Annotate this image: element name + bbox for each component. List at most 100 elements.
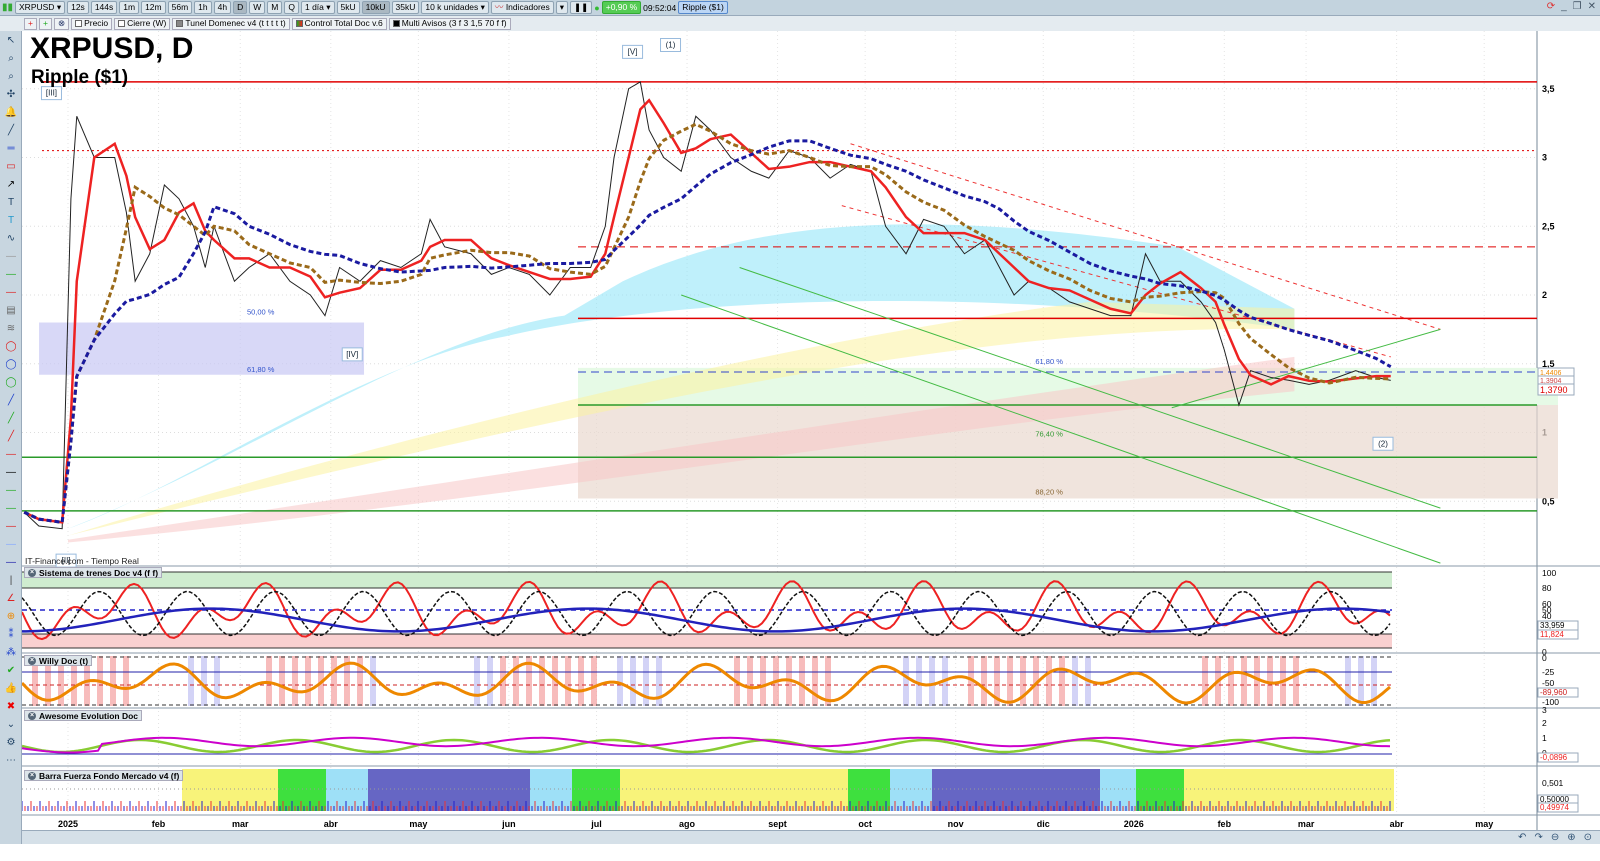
study-chip[interactable]: Control Total Doc v.6	[291, 17, 387, 30]
add-study-button[interactable]: +	[24, 17, 37, 30]
study-chip[interactable]: Multi Avisos (3 f 3 1,5 70 f f)	[388, 17, 511, 30]
panel-title-willy[interactable]: × Willy Doc (t)	[24, 655, 93, 666]
fib-tool-icon[interactable]: ≋	[0, 319, 22, 337]
line-green-tool-icon[interactable]: —	[0, 265, 22, 283]
elliott-tool-icon[interactable]: ⁑	[0, 625, 22, 643]
close-icon[interactable]: ✕	[1588, 1, 1596, 12]
strength-bar	[1220, 769, 1226, 811]
fit-icon[interactable]: ⊙	[1584, 832, 1592, 843]
symbol-select[interactable]: XRPUSD ▾	[15, 1, 66, 14]
redo-icon[interactable]: ↷	[1534, 832, 1542, 843]
line-tool-icon[interactable]: ╱	[0, 121, 22, 139]
period-button-1m[interactable]: 1m	[119, 1, 140, 14]
more-tool-icon[interactable]: ⌄	[0, 715, 22, 733]
price-chart[interactable]: 43,532,521,510,52025febmarabrmayjunjulag…	[22, 31, 1600, 830]
hl6-tool-icon[interactable]: —	[0, 535, 22, 553]
check-tool-icon[interactable]: ✔	[0, 661, 22, 679]
line-green2-tool-icon[interactable]: ╱	[0, 409, 22, 427]
line-blue-tool-icon[interactable]: ╱	[0, 391, 22, 409]
zoom-out-icon[interactable]: ⊖	[1551, 832, 1559, 843]
strength-bar	[344, 769, 350, 811]
indicators-button[interactable]: 〰 Indicadores	[490, 1, 554, 14]
hline-tool-icon[interactable]: ═	[0, 139, 22, 157]
path-tool-icon[interactable]: ∿	[0, 229, 22, 247]
strength-bar	[1166, 769, 1172, 811]
rect-tool-icon[interactable]: ▭	[0, 157, 22, 175]
close-panel-icon[interactable]: ×	[28, 711, 36, 720]
strength-bar	[380, 769, 386, 811]
instrument-badge[interactable]: Ripple ($1)	[678, 1, 728, 14]
remove-study-button[interactable]: ⊗	[53, 17, 70, 30]
indicators-dropdown[interactable]: ▾	[555, 1, 569, 14]
period-button-4h[interactable]: 4h	[213, 1, 232, 14]
angle-tool-icon[interactable]: ∠	[0, 589, 22, 607]
hl7-tool-icon[interactable]: —	[0, 553, 22, 571]
unit-button-5kU[interactable]: 5kU	[336, 1, 360, 14]
period-button-M[interactable]: M	[267, 1, 283, 14]
close-panel-icon[interactable]: ×	[28, 771, 36, 780]
hl4-tool-icon[interactable]: —	[0, 499, 22, 517]
text2-tool-icon[interactable]: T	[0, 211, 22, 229]
willy-bar	[799, 656, 805, 706]
study-chip[interactable]: Precio	[71, 17, 113, 30]
settings-tool-icon[interactable]: ⚙	[0, 733, 22, 751]
zoom-tool-icon[interactable]: ⌕	[0, 49, 22, 67]
close-panel-icon[interactable]: ×	[28, 656, 36, 665]
cross-tool-icon[interactable]: ✖	[0, 697, 22, 715]
ruler-tool-icon[interactable]: ▤	[0, 301, 22, 319]
vline-tool-icon[interactable]: |	[0, 571, 22, 589]
interval-select[interactable]: 1 día ▾	[300, 1, 335, 14]
period-button-56m[interactable]: 56m	[167, 1, 193, 14]
period-button-Q[interactable]: Q	[284, 1, 299, 14]
line-red-tool-icon[interactable]: —	[0, 283, 22, 301]
study-chip[interactable]: Cierre (W)	[114, 17, 171, 30]
panel-title-awesome[interactable]: × Awesome Evolution Doc	[24, 710, 143, 721]
cursor-tool-icon[interactable]: ↖	[0, 31, 22, 49]
magnet-tool-icon[interactable]: ✣	[0, 85, 22, 103]
period-button-1h[interactable]: 1h	[194, 1, 212, 14]
panel-title-trenes[interactable]: × Sistema de trenes Doc v4 (f f)	[24, 567, 163, 578]
period-button-144s[interactable]: 144s	[90, 1, 118, 14]
overbought-zone	[22, 572, 1392, 588]
circle-green-tool-icon[interactable]: ◯	[0, 373, 22, 391]
period-button-12m[interactable]: 12m	[141, 1, 166, 14]
units-select[interactable]: 10 k unidades ▾	[421, 1, 489, 14]
unit-button-10kU[interactable]: 10kU	[361, 1, 390, 14]
zoom-area-tool-icon[interactable]: ⌕	[0, 67, 22, 85]
add-green-button[interactable]: +	[38, 17, 52, 30]
sep-tool-icon[interactable]: —	[0, 247, 22, 265]
line-red2-tool-icon[interactable]: ╱	[0, 427, 22, 445]
circle-blue-tool-icon[interactable]: ◯	[0, 355, 22, 373]
hl3-tool-icon[interactable]: —	[0, 481, 22, 499]
strength-bar	[248, 769, 254, 811]
abc-tool-icon[interactable]: ⁂	[0, 643, 22, 661]
study-chip[interactable]: Tunel Domenec v4 (t t t t t)	[172, 17, 290, 30]
panel-title-barra[interactable]: × Barra Fuerza Fondo Mercado v4 (f)	[24, 770, 184, 781]
zoom-in-icon[interactable]: ⊕	[1567, 832, 1575, 843]
chart-type-icon[interactable]: ▮▮	[2, 2, 13, 13]
undo-icon[interactable]: ↶	[1518, 832, 1526, 843]
hl1-tool-icon[interactable]: —	[0, 445, 22, 463]
refresh-icon[interactable]: ⟳	[1547, 1, 1555, 12]
bell-tool-icon[interactable]: 🔔	[0, 103, 22, 121]
hl5-tool-icon[interactable]: —	[0, 517, 22, 535]
period-button-D[interactable]: D	[233, 1, 248, 14]
target-tool-icon[interactable]: ⊕	[0, 607, 22, 625]
arrow-tool-icon[interactable]: ↗	[0, 175, 22, 193]
thumb-tool-icon[interactable]: 👍	[0, 679, 22, 697]
study-color-icon	[392, 20, 400, 27]
circle-red-tool-icon[interactable]: ◯	[0, 337, 22, 355]
hl2-tool-icon[interactable]: —	[0, 463, 22, 481]
pause-button[interactable]: ❚❚	[570, 1, 593, 14]
period-button-W[interactable]: W	[249, 1, 266, 14]
text-tool-icon[interactable]: T	[0, 193, 22, 211]
minimize-icon[interactable]: _	[1561, 1, 1567, 12]
panel-value-label: 11,824	[1540, 630, 1564, 639]
restore-icon[interactable]: ❐	[1573, 1, 1582, 12]
strength-bar	[614, 769, 620, 811]
strength-bar	[398, 769, 404, 811]
period-button-12s[interactable]: 12s	[67, 1, 89, 14]
unit-button-35kU[interactable]: 35kU	[391, 1, 420, 14]
dots-tool-icon[interactable]: ⋯	[0, 751, 22, 769]
close-panel-icon[interactable]: ×	[28, 568, 36, 577]
